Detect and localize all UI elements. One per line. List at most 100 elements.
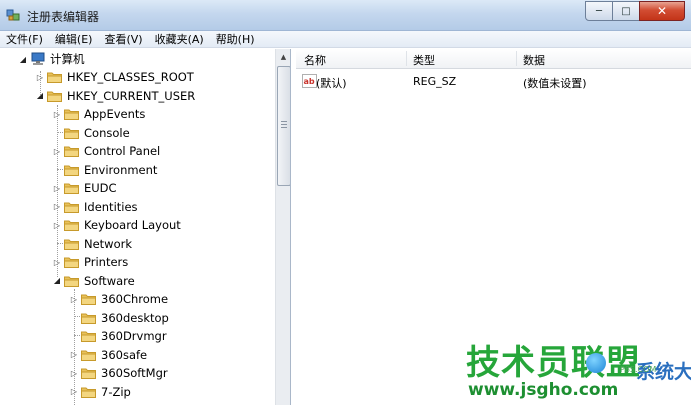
value-row[interactable]: ab (默认) REG_SZ (数值未设置) — [296, 73, 691, 91]
tree-node-label: Identities — [84, 199, 138, 214]
expand-arrow-icon[interactable]: ▷ — [52, 184, 62, 193]
scroll-thumb[interactable] — [277, 66, 290, 186]
minimize-button[interactable]: ─ — [585, 1, 613, 21]
tree-node[interactable]: Console — [52, 124, 130, 142]
tree-node-label: EUDC — [84, 181, 117, 195]
expand-arrow-icon[interactable]: ▷ — [69, 350, 79, 359]
tree-node-label: Network — [84, 236, 133, 251]
menu-edit[interactable]: 编辑(E) — [55, 31, 93, 47]
expand-arrow-icon[interactable]: ▷ — [35, 73, 45, 82]
close-button[interactable]: ✕ — [639, 1, 685, 21]
column-name[interactable]: 名称 — [304, 52, 326, 68]
folder-icon — [81, 313, 96, 324]
tree-node-label: Printers — [84, 255, 129, 269]
folder-icon — [81, 294, 96, 305]
watermark: 技术员联盟 系统大全 P85.COM www.jsgho.com — [460, 335, 691, 405]
watermark-text: 技术员联盟 — [466, 343, 641, 383]
watermark-logo-icon — [586, 353, 606, 373]
tree-node[interactable]: ▷ 360Chrome — [69, 290, 168, 308]
tree-node-label: 360desktop — [101, 310, 169, 325]
tree-node[interactable]: Network — [52, 235, 132, 253]
folder-icon — [64, 128, 79, 139]
tree-node[interactable]: ▷ 360safe — [69, 346, 147, 364]
svg-text:ab: ab — [304, 77, 315, 86]
tree-node[interactable]: ▷ HKEY_CLASSES_ROOT — [35, 68, 194, 86]
expand-arrow-icon[interactable]: ▷ — [52, 221, 62, 230]
folder-icon — [81, 387, 96, 398]
menu-favorites[interactable]: 收藏夹(A) — [155, 31, 204, 47]
computer-icon — [31, 52, 45, 65]
tree-node[interactable]: ▷ EUDC — [52, 179, 117, 197]
folder-icon — [64, 165, 79, 176]
tree-node-computer[interactable]: ◢ 计算机 — [18, 50, 85, 68]
tree-node-label: 360safe — [101, 347, 148, 362]
expand-arrow-icon[interactable]: ▷ — [69, 369, 79, 378]
tree-node[interactable]: 360desktop — [69, 309, 169, 327]
tree-node-label: 360SoftMgr — [101, 366, 168, 380]
column-divider[interactable] — [516, 51, 517, 66]
folder-icon — [47, 72, 62, 83]
folder-icon — [64, 202, 79, 213]
collapse-arrow-icon[interactable]: ◢ — [18, 55, 28, 64]
expand-arrow-icon[interactable]: ▷ — [52, 147, 62, 156]
value-type: REG_SZ — [413, 75, 457, 88]
tree-node-label: 计算机 — [50, 52, 85, 66]
column-header: 名称 类型 数据 — [296, 49, 691, 69]
tree-node[interactable]: 360Drvmgr — [69, 327, 167, 345]
expand-arrow-icon[interactable]: ▷ — [52, 258, 62, 267]
folder-icon — [64, 109, 79, 120]
tree-node[interactable]: ▷ AppEvents — [52, 105, 145, 123]
value-data: (数值未设置) — [523, 77, 587, 90]
tree-node[interactable]: Environment — [52, 161, 157, 179]
expand-arrow-icon[interactable]: ▷ — [52, 110, 62, 119]
grip-line — [281, 124, 287, 125]
expand-arrow-icon[interactable]: ▷ — [52, 202, 62, 211]
window-controls: ─ □ ✕ — [585, 1, 685, 21]
collapse-arrow-icon[interactable]: ◢ — [52, 276, 62, 285]
folder-icon — [64, 220, 79, 231]
tree-node[interactable]: ▷ Printers — [52, 253, 128, 271]
tree-node[interactable]: ◢ HKEY_CURRENT_USER — [35, 87, 195, 105]
expand-arrow-icon[interactable]: ▷ — [69, 295, 79, 304]
string-value-icon: ab — [302, 74, 317, 88]
menu-view[interactable]: 查看(V) — [104, 31, 142, 47]
tree-node-label: 7-Zip — [101, 384, 131, 399]
maximize-button[interactable]: □ — [612, 1, 640, 21]
scroll-up-arrow-icon[interactable]: ▲ — [276, 49, 290, 65]
tree-node-label: Software — [84, 273, 135, 288]
tree-node-label: Console — [84, 125, 130, 140]
collapse-arrow-icon[interactable]: ◢ — [35, 91, 45, 100]
folder-icon — [81, 368, 96, 379]
tree-node-label: Keyboard Layout — [84, 218, 181, 232]
tree-node[interactable]: ▷ 360SoftMgr — [69, 364, 168, 382]
title-bar[interactable]: 注册表编辑器 ─ □ ✕ — [0, 0, 691, 31]
tree-node-label: Environment — [84, 162, 158, 177]
tree-node-label: 360Drvmgr — [101, 329, 167, 343]
tree-node[interactable]: ▷ Control Panel — [52, 142, 160, 160]
tree-node-label: Control Panel — [84, 144, 161, 158]
folder-icon — [64, 276, 79, 287]
folder-icon — [81, 350, 96, 361]
column-type[interactable]: 类型 — [413, 52, 435, 68]
folder-icon — [64, 183, 79, 194]
tree-node-label: AppEvents — [84, 107, 146, 121]
column-divider[interactable] — [406, 51, 407, 66]
tree-node[interactable]: ▷ Identities — [52, 198, 138, 216]
menu-file[interactable]: 文件(F) — [6, 31, 43, 47]
watermark-url: www.jsgho.com — [468, 380, 619, 400]
folder-icon — [64, 146, 79, 157]
menu-help[interactable]: 帮助(H) — [216, 31, 255, 47]
tree-node[interactable]: ◢ Software — [52, 272, 135, 290]
grip-line — [281, 127, 287, 128]
folder-icon — [64, 239, 79, 250]
folder-icon — [47, 91, 62, 102]
tree-scrollbar[interactable]: ▲ — [275, 49, 290, 405]
tree-node-label: 360Chrome — [101, 292, 169, 306]
column-data[interactable]: 数据 — [523, 52, 545, 68]
watermark-small-text: P85.COM — [620, 365, 657, 374]
expand-arrow-icon[interactable]: ▷ — [69, 387, 79, 396]
tree-node-label: HKEY_CURRENT_USER — [67, 88, 196, 103]
tree-node[interactable]: ▷ Keyboard Layout — [52, 216, 181, 234]
tree-node[interactable]: ▷ 7-Zip — [69, 383, 131, 401]
registry-tree[interactable]: ◢ 计算机 ▷ HKEY_CLASSES_ROOT ◢ HKEY_CURRENT_US… — [0, 49, 291, 405]
